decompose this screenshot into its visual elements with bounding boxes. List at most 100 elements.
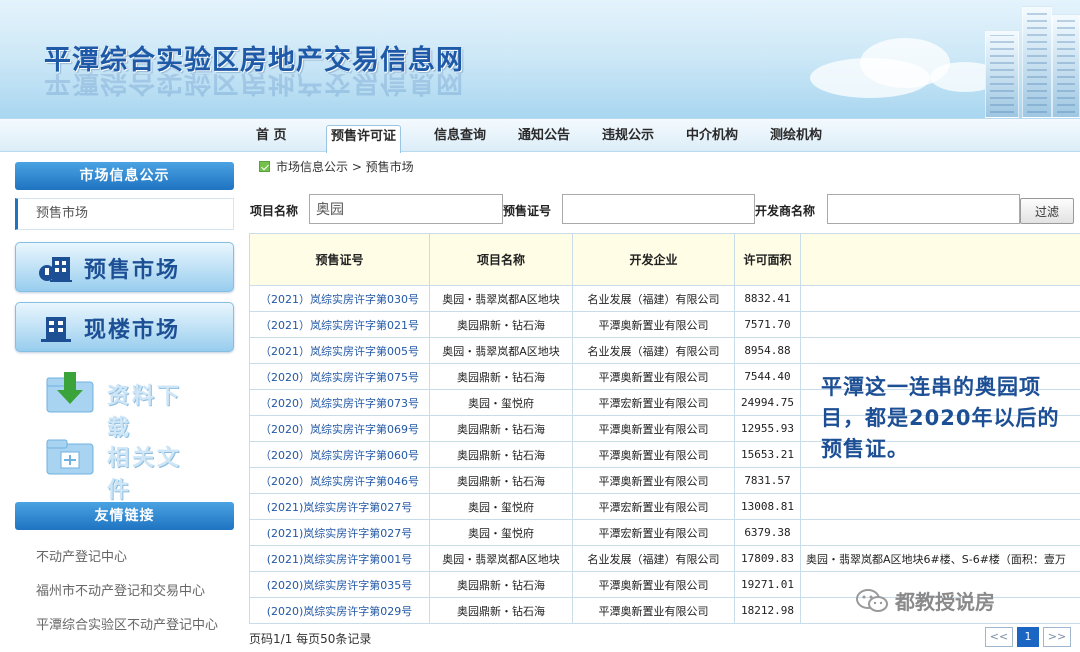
col-header-area: 许可面积 — [734, 233, 801, 286]
nav-notices[interactable]: 通知公告 — [514, 125, 574, 149]
area-cell: 15653.21 — [734, 441, 801, 468]
col-header-project: 项目名称 — [429, 233, 573, 286]
permit-link[interactable]: (2021)岚综实房许字第027号 — [249, 493, 430, 520]
table-row: （2021）岚综实房许字第021号 奥园鼎新・钻石海 平潭奥新置业有限公司 7571.… — [249, 311, 1080, 338]
table-header-row: 预售证号 项目名称 开发企业 许可面积 — [249, 233, 1080, 286]
breadcrumb: 市场信息公示 > 预售市场 — [259, 158, 414, 175]
watermark: 都教授说房 — [855, 586, 995, 615]
remark-cell — [800, 467, 1080, 494]
breadcrumb-text: 市场信息公示 > 预售市场 — [276, 160, 414, 174]
building-decoration — [985, 30, 1019, 118]
sidebar: 市场信息公示 预售市场 预售市场 现楼市场 资料下载 相关文件 友情链接 不动产… — [0, 152, 245, 652]
related-docs-button[interactable]: 相关文件 — [45, 432, 205, 503]
existing-market-button[interactable]: 现楼市场 — [15, 302, 234, 352]
wechat-icon — [856, 588, 888, 612]
col-header-remark — [800, 233, 1080, 286]
table-row: (2021)岚综实房许字第027号 奥园・玺悦府 平潭宏新置业有限公司 13008.8… — [249, 493, 1080, 520]
project-cell: 奥园・玺悦府 — [429, 493, 573, 520]
permit-no-label: 预售证号 — [503, 204, 552, 218]
permit-link[interactable]: (2021)岚综实房许字第001号 — [249, 545, 430, 572]
project-name-label: 项目名称 — [250, 204, 299, 218]
nav-agencies[interactable]: 中介机构 — [682, 125, 742, 149]
developer-cell: 平潭宏新置业有限公司 — [572, 519, 735, 546]
remark-cell — [800, 493, 1080, 520]
related-docs-label: 相关文件 — [107, 446, 183, 503]
permit-link[interactable]: (2020)岚综实房许字第035号 — [249, 571, 430, 598]
permit-link[interactable]: （2021）岚综实房许字第030号 — [249, 285, 430, 312]
nav-surveyors[interactable]: 测绘机构 — [766, 125, 826, 149]
project-cell: 奥园・翡翠岚都A区地块 — [429, 337, 573, 364]
project-cell: 奥园鼎新・钻石海 — [429, 571, 573, 598]
area-cell: 7571.70 — [734, 311, 801, 338]
pager-prev-button[interactable]: << — [985, 627, 1013, 647]
nav-violations[interactable]: 违规公示 — [598, 125, 658, 149]
col-header-permit: 预售证号 — [249, 233, 430, 286]
permit-no-input[interactable] — [562, 194, 755, 224]
permit-link[interactable]: （2021）岚综实房许字第005号 — [249, 337, 430, 364]
friend-link-pingtan[interactable]: 平潭综合实验区不动产登记中心 — [36, 614, 218, 633]
permit-link[interactable]: (2021)岚综实房许字第027号 — [249, 519, 430, 546]
remark-cell — [800, 311, 1080, 338]
table-row: （2021）岚综实房许字第005号 奥园・翡翠岚都A区地块 名业发展（福建）有限公司… — [249, 337, 1080, 364]
main-content: 市场信息公示 > 预售市场 项目名称 预售证号 开发商名称 过滤 预售证号 项目… — [245, 152, 1080, 652]
check-icon — [259, 161, 270, 172]
watermark-text: 都教授说房 — [895, 590, 995, 614]
project-cell: 奥园鼎新・钻石海 — [429, 467, 573, 494]
building-icon — [39, 257, 72, 282]
developer-cell: 平潭宏新置业有限公司 — [572, 389, 735, 416]
site-banner: 平潭综合实验区房地产交易信息网 平潭综合实验区房地产交易信息网 — [0, 0, 1080, 118]
area-cell: 8954.88 — [734, 337, 801, 364]
pager-current-page[interactable]: 1 — [1017, 627, 1039, 647]
pager-next-button[interactable]: >> — [1043, 627, 1071, 647]
presale-market-label: 预售市场 — [84, 258, 181, 283]
col-header-developer: 开发企业 — [572, 233, 735, 286]
developer-cell: 平潭奥新置业有限公司 — [572, 467, 735, 494]
developer-cell: 平潭奥新置业有限公司 — [572, 415, 735, 442]
folder-docs-icon — [46, 439, 94, 475]
permit-link[interactable]: （2020）岚综实房许字第075号 — [249, 363, 430, 390]
friend-link-registry[interactable]: 不动产登记中心 — [36, 546, 127, 565]
project-cell: 奥园・玺悦府 — [429, 519, 573, 546]
permit-link[interactable]: （2020）岚综实房许字第060号 — [249, 441, 430, 468]
project-cell: 奥园・翡翠岚都A区地块 — [429, 545, 573, 572]
filter-bar: 项目名称 预售证号 开发商名称 过滤 — [245, 192, 1080, 226]
developer-cell: 名业发展（福建）有限公司 — [572, 545, 735, 572]
friend-links-header: 友情链接 — [15, 502, 234, 530]
developer-cell: 平潭奥新置业有限公司 — [572, 311, 735, 338]
nav-info-query[interactable]: 信息查询 — [430, 125, 490, 149]
permit-link[interactable]: (2020)岚综实房许字第029号 — [249, 597, 430, 624]
project-cell: 奥园鼎新・钻石海 — [429, 597, 573, 624]
project-cell: 奥园鼎新・钻石海 — [429, 311, 573, 338]
site-title-reflection: 平潭综合实验区房地产交易信息网 — [44, 74, 464, 97]
area-cell: 8832.41 — [734, 285, 801, 312]
nav-home[interactable]: 首 页 — [252, 125, 291, 149]
area-cell: 24994.75 — [734, 389, 801, 416]
download-button[interactable]: 资料下载 — [45, 370, 205, 441]
project-cell: 奥园・翡翠岚都A区地块 — [429, 285, 573, 312]
project-cell: 奥园鼎新・钻石海 — [429, 441, 573, 468]
area-cell: 7831.57 — [734, 467, 801, 494]
permit-link[interactable]: （2020）岚综实房许字第046号 — [249, 467, 430, 494]
building-decoration — [1022, 6, 1052, 118]
remark-cell — [800, 337, 1080, 364]
area-cell: 7544.40 — [734, 363, 801, 390]
area-cell: 19271.01 — [734, 571, 801, 598]
permit-link[interactable]: （2020）岚综实房许字第069号 — [249, 415, 430, 442]
permit-link[interactable]: （2021）岚综实房许字第021号 — [249, 311, 430, 338]
friend-link-fuzhou[interactable]: 福州市不动产登记和交易中心 — [36, 580, 205, 599]
developer-name-input[interactable] — [827, 194, 1020, 224]
developer-cell: 平潭奥新置业有限公司 — [572, 597, 735, 624]
table-row: (2021)岚综实房许字第001号 奥园・翡翠岚都A区地块 名业发展（福建）有限公司… — [249, 545, 1080, 572]
main-nav: 首 页 预售许可证 信息查询 通知公告 违规公示 中介机构 测绘机构 — [0, 118, 1080, 153]
filter-button[interactable]: 过滤 — [1020, 198, 1074, 224]
table-row: (2021)岚综实房许字第027号 奥园・玺悦府 平潭宏新置业有限公司 6379.38 — [249, 519, 1080, 546]
project-cell: 奥园鼎新・钻石海 — [429, 415, 573, 442]
presale-market-button[interactable]: 预售市场 — [15, 242, 234, 292]
developer-cell: 平潭奥新置业有限公司 — [572, 363, 735, 390]
site-title: 平潭综合实验区房地产交易信息网 — [44, 45, 464, 76]
nav-presale-permit[interactable]: 预售许可证 — [326, 125, 402, 153]
permit-link[interactable]: （2020）岚综实房许字第073号 — [249, 389, 430, 416]
project-name-input[interactable] — [309, 194, 503, 224]
existing-market-label: 现楼市场 — [84, 318, 181, 343]
sidebar-link-presale[interactable]: 预售市场 — [15, 198, 234, 230]
